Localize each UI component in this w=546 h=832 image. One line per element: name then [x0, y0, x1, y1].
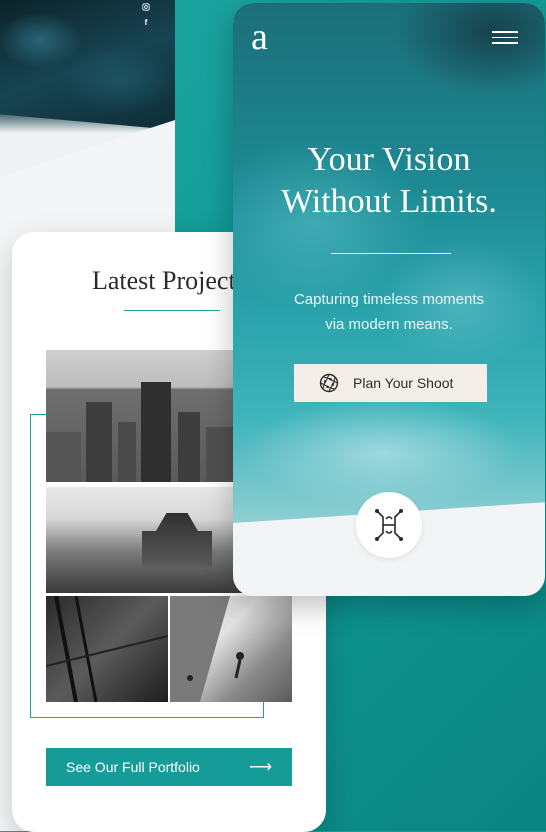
plan-button-label: Plan Your Shoot	[353, 375, 454, 391]
drone-badge-icon	[356, 492, 422, 558]
hero-title: Your Vision Without Limits.	[233, 139, 545, 223]
hero-phone-screen: a Your Vision Without Limits. Capturing …	[233, 3, 545, 596]
hero-subtitle-line2: via modern means.	[325, 316, 453, 333]
see-portfolio-button[interactable]: See Our Full Portfolio ⟶	[46, 748, 292, 786]
hero-background-image	[233, 3, 545, 523]
arrow-right-icon: ⟶	[249, 759, 272, 776]
plan-your-shoot-button[interactable]: Plan Your Shoot	[294, 364, 487, 402]
aperture-icon	[319, 373, 339, 393]
hero-divider	[331, 253, 451, 254]
brand-logo[interactable]: a	[251, 17, 268, 57]
hero-subtitle-line1: Capturing timeless moments	[293, 291, 485, 308]
hamburger-menu-icon[interactable]	[492, 31, 518, 45]
title-divider	[124, 310, 220, 311]
project-photo-climbing[interactable]	[170, 596, 292, 702]
project-photo-bridge[interactable]	[46, 596, 168, 702]
hero-subtitle: Capturing timeless moments via modern me…	[233, 287, 545, 337]
hero-title-line1: Your Vision	[307, 141, 471, 178]
hero-title-line2: Without Limits.	[281, 183, 497, 220]
social-links: f	[139, 0, 153, 30]
portfolio-button-label: See Our Full Portfolio	[66, 759, 200, 775]
facebook-icon[interactable]: f	[139, 16, 153, 30]
instagram-icon[interactable]	[139, 0, 153, 16]
